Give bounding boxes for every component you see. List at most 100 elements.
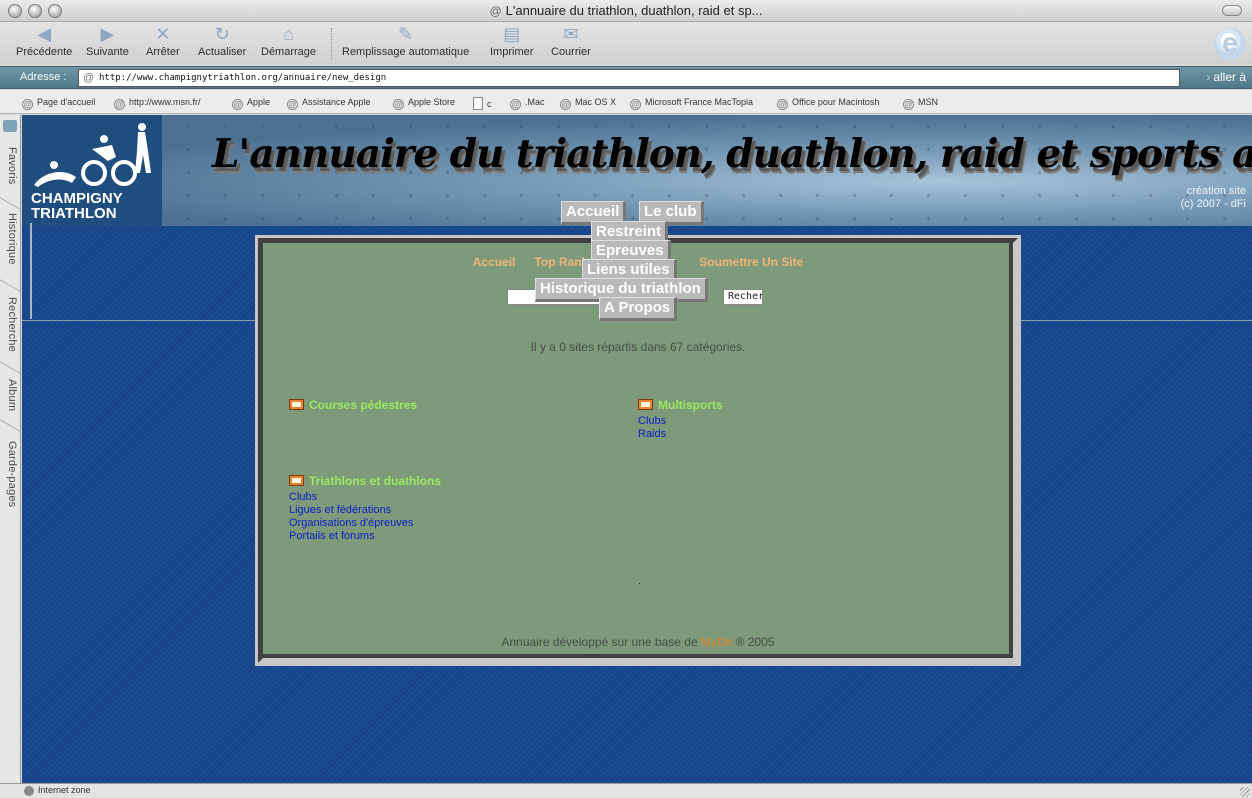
- menu-a-propos-button[interactable]: A Propos: [599, 297, 678, 321]
- category-title[interactable]: Triathlons et duathlons: [289, 474, 441, 488]
- favorite-item[interactable]: @ Apple: [232, 97, 270, 110]
- page-icon: @: [489, 4, 502, 18]
- home-icon: ⌂: [283, 24, 294, 44]
- nav-top-rank-link[interactable]: Top Rank: [534, 255, 588, 269]
- status-bar: Internet zone: [0, 783, 1252, 798]
- printer-icon: ▤: [503, 24, 521, 44]
- at-icon: @: [114, 99, 125, 110]
- go-arrow-icon: ›: [1206, 70, 1211, 84]
- favorite-item[interactable]: @ Microsoft France MacTopia: [630, 97, 753, 110]
- address-bar: Adresse : @ http://www.champignytriathlo…: [0, 66, 1252, 89]
- forward-arrow-icon: ▶: [100, 24, 115, 44]
- favorite-item[interactable]: @ Office pour Macintosh: [777, 97, 879, 110]
- at-icon: @: [393, 99, 404, 110]
- at-icon: @: [630, 99, 641, 110]
- spacer-dot: [639, 583, 640, 584]
- mail-button[interactable]: ✉ Courrier: [551, 24, 591, 58]
- browser-toolbar: ◀ Précédente ▶ Suivante ✕ Arrêter ↻ Actu…: [0, 22, 1252, 64]
- subcategory-link[interactable]: Clubs: [638, 415, 723, 428]
- favorite-item[interactable]: @ Mac OS X: [560, 97, 616, 110]
- site-logo[interactable]: CHAMPIGNY TRIATHLON: [22, 115, 162, 226]
- explorer-side-tabs: Favoris Historique Recherche Album Garde…: [0, 115, 21, 783]
- subcategory-link[interactable]: Clubs: [289, 491, 441, 504]
- logo-text: CHAMPIGNY TRIATHLON: [31, 190, 123, 222]
- at-icon: @: [510, 99, 521, 110]
- category-multisports: Multisports Clubs Raids: [638, 398, 723, 441]
- tab-album[interactable]: Album: [2, 379, 18, 411]
- document-icon: [473, 97, 483, 110]
- subcategory-list: Clubs Raids: [638, 415, 723, 441]
- subcategory-link[interactable]: Organisations d'épreuves: [289, 517, 441, 530]
- tab-separator: [0, 279, 20, 292]
- sidebar-toggle-icon[interactable]: [3, 120, 17, 132]
- at-icon: @: [287, 99, 298, 110]
- print-button[interactable]: ▤ Imprimer: [490, 24, 533, 58]
- folder-icon: [289, 399, 304, 410]
- at-icon: @: [903, 99, 914, 110]
- folder-icon: [638, 399, 653, 410]
- toolbar-separator: [331, 28, 332, 60]
- category-courses: Courses pédestres: [289, 398, 417, 412]
- favorites-bar: @ Page d'accueil @ http://www.msn.fr/ @ App…: [0, 90, 1252, 114]
- address-input[interactable]: @ http://www.champignytriathlon.org/annu…: [78, 69, 1180, 87]
- envelope-icon: ✉: [563, 24, 579, 44]
- page-favicon-icon: @: [83, 72, 95, 84]
- toolbar-toggle-button[interactable]: [1222, 5, 1242, 16]
- internet-explorer-logo-icon: e: [1214, 28, 1246, 60]
- subcategory-list: Clubs Ligues et fédérations Organisation…: [289, 491, 441, 543]
- go-button[interactable]: › aller à: [1206, 70, 1246, 84]
- category-title[interactable]: Courses pédestres: [289, 398, 417, 412]
- nav-submit-site-link[interactable]: Soumettre Un Site: [699, 255, 803, 269]
- tab-favoris[interactable]: Favoris: [2, 147, 18, 184]
- resize-grip-icon[interactable]: [1240, 787, 1250, 797]
- site-count-text: Il y a 0 sites répartis dans 67 catégori…: [530, 340, 746, 354]
- tab-historique[interactable]: Historique: [2, 213, 18, 265]
- site-title: L'annuaire du triathlon, duathlon, raid …: [212, 131, 1252, 177]
- forward-button[interactable]: ▶ Suivante: [86, 24, 129, 58]
- site-credits: création site (c) 2007 - dFi: [1180, 185, 1246, 210]
- window-titlebar: @ L'annuaire du triathlon, duathlon, raid…: [0, 0, 1252, 22]
- refresh-icon: ↻: [214, 24, 230, 44]
- search-button[interactable]: Rechercher: [723, 289, 763, 305]
- at-icon: @: [22, 99, 33, 110]
- stop-x-icon: ✕: [155, 24, 171, 44]
- window-title: @ L'annuaire du triathlon, duathlon, raid…: [489, 3, 763, 18]
- back-button[interactable]: ◀ Précédente: [16, 24, 72, 58]
- category-title[interactable]: Multisports: [638, 398, 723, 412]
- at-icon: @: [232, 99, 243, 110]
- directory-footer: Annuaire développé sur une base de MyDir…: [501, 635, 775, 649]
- favorite-item[interactable]: @ Page d'accueil: [22, 97, 95, 110]
- at-icon: @: [560, 99, 571, 110]
- at-icon: @: [777, 99, 788, 110]
- favorite-item[interactable]: @ Apple Store: [393, 97, 455, 110]
- favorite-item[interactable]: @ MSN: [903, 97, 938, 110]
- tab-garde-pages[interactable]: Garde-pages: [2, 441, 18, 507]
- subcategory-link[interactable]: Ligues et fédérations: [289, 504, 441, 517]
- triathletes-logo-icon: [34, 123, 151, 187]
- category-triathlons: Triathlons et duathlons Clubs Ligues et …: [289, 474, 441, 543]
- mydir-link[interactable]: MyDir: [701, 635, 732, 649]
- tab-recherche[interactable]: Recherche: [2, 297, 18, 352]
- back-arrow-icon: ◀: [37, 24, 52, 44]
- favorite-item[interactable]: @ Assistance Apple: [287, 97, 371, 110]
- decorative-line: [30, 223, 32, 319]
- nav-accueil-link[interactable]: Accueil: [473, 255, 516, 269]
- stop-button[interactable]: ✕ Arrêter: [146, 24, 180, 58]
- favorite-item[interactable]: c: [473, 97, 492, 110]
- autofill-pen-icon: ✎: [398, 24, 414, 44]
- folder-icon: [289, 475, 304, 486]
- favorite-item[interactable]: @ http://www.msn.fr/: [114, 97, 201, 110]
- tab-separator: [0, 197, 20, 210]
- subcategory-link[interactable]: Raids: [638, 428, 723, 441]
- address-label: Adresse :: [20, 71, 67, 83]
- home-button[interactable]: ⌂ Démarrage: [261, 24, 316, 58]
- subcategory-link[interactable]: Portails et forums: [289, 530, 441, 543]
- globe-icon: [24, 786, 34, 796]
- favorite-item[interactable]: @ .Mac: [510, 97, 545, 110]
- status-text: Internet zone: [38, 785, 91, 795]
- site-banner: CHAMPIGNY TRIATHLON L'annuaire du triath…: [22, 115, 1252, 226]
- tab-separator: [0, 361, 20, 374]
- refresh-button[interactable]: ↻ Actualiser: [198, 24, 246, 58]
- autofill-button[interactable]: ✎ Remplissage automatique: [342, 24, 469, 58]
- tab-separator: [0, 419, 20, 432]
